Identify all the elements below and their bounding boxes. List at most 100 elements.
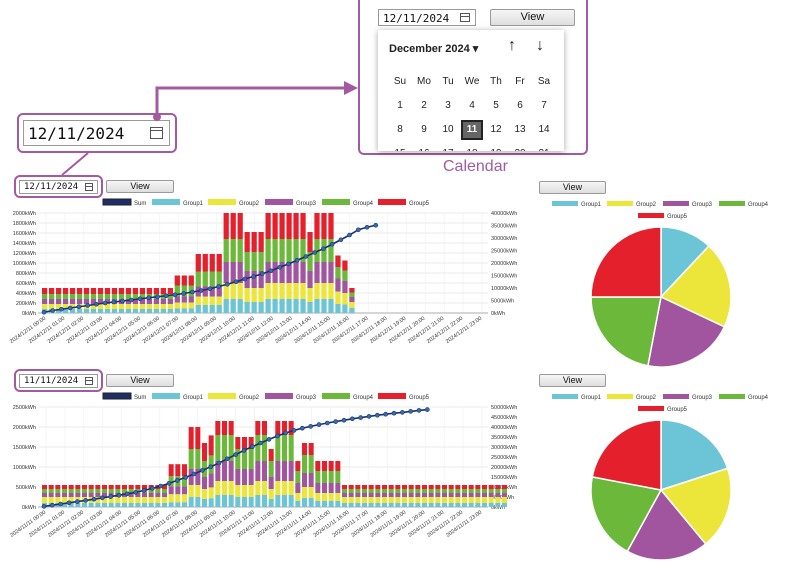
calendar-day[interactable]: 3 <box>437 96 459 116</box>
calendar-day[interactable]: 9 <box>413 120 435 140</box>
legend-label: Group2 <box>239 201 260 207</box>
calendar-day[interactable]: 14 <box>533 120 555 140</box>
y-right-tick-label: 10000kWh <box>491 286 517 292</box>
pie-legend-swatch <box>552 394 578 399</box>
sum-point <box>233 279 239 285</box>
bar-segment-group3 <box>62 493 67 497</box>
panel1-date-input[interactable]: 12/11/2024 <box>19 180 98 194</box>
bar-segment-group2 <box>162 497 167 503</box>
pie-legend-swatch <box>663 201 689 206</box>
panel1-view-button[interactable]: View <box>106 180 174 193</box>
bar-segment-group5 <box>153 288 159 294</box>
y-right-tick-label: 30000kWh <box>491 445 517 451</box>
pie-legend-label: Group4 <box>748 395 769 401</box>
bar-segment-group4 <box>428 489 434 493</box>
bar-segment-group4 <box>95 489 101 493</box>
bar-segment-group4 <box>88 489 94 493</box>
bar-segment-group2 <box>415 497 421 503</box>
panel2-pie-view-button[interactable]: View <box>539 374 606 387</box>
sum-point <box>133 490 138 495</box>
bar-segment-group4 <box>455 489 461 493</box>
bar-segment-group5 <box>362 485 367 489</box>
sum-point <box>250 444 255 449</box>
calendar-day[interactable]: 6 <box>509 96 531 116</box>
bar-segment-group2 <box>125 304 132 309</box>
legend-label: Group4 <box>353 201 374 207</box>
bar-segment-group1 <box>355 503 361 507</box>
bar-segment-group2 <box>215 481 221 495</box>
sum-point <box>208 464 213 470</box>
sum-point <box>120 298 125 304</box>
bar-segment-group5 <box>328 461 334 471</box>
bar-segment-group4 <box>244 252 250 271</box>
bar-segment-group5 <box>428 485 434 489</box>
bar-segment-group3 <box>48 299 55 304</box>
calendar-day[interactable]: 13 <box>509 120 531 140</box>
calendar-day[interactable]: 8 <box>389 120 411 140</box>
bar-segment-group1 <box>300 299 306 313</box>
bar-segment-group5 <box>69 288 76 294</box>
calendar-day[interactable]: 16 <box>413 144 435 151</box>
calendar-date-input[interactable]: 12/11/2024 <box>378 9 476 26</box>
bar-segment-group2 <box>181 302 187 309</box>
calendar-month-label[interactable]: December 2024 ▾ <box>389 42 478 55</box>
calendar-day[interactable]: 7 <box>533 96 555 116</box>
panel2-date-input[interactable]: 11/11/2024 <box>19 374 98 388</box>
bar-segment-group4 <box>408 489 414 493</box>
weekday-label: We <box>464 76 480 87</box>
calendar-icon[interactable] <box>85 183 93 191</box>
bar-segment-group2 <box>258 288 264 302</box>
calendar-day[interactable]: 20 <box>509 144 531 151</box>
bar-segment-group1 <box>160 309 166 313</box>
sum-point <box>172 292 178 298</box>
arrow-down-icon[interactable]: ↓ <box>536 37 544 55</box>
bar-segment-group1 <box>209 305 215 313</box>
arrow-up-icon[interactable]: ↑ <box>508 37 516 55</box>
calendar-day[interactable]: 5 <box>485 96 507 116</box>
legend-swatch <box>322 393 350 399</box>
calendar-icon[interactable] <box>85 377 93 385</box>
sum-point <box>108 494 113 499</box>
bar-segment-group4 <box>62 489 67 493</box>
bar-segment-group1 <box>282 495 287 507</box>
calendar-day[interactable]: 18 <box>461 144 483 151</box>
bar-segment-group5 <box>88 485 94 489</box>
sum-point <box>355 227 361 233</box>
bar-segment-group4 <box>55 489 61 493</box>
bar-segment-group4 <box>468 489 474 493</box>
panel2-view-button[interactable]: View <box>106 374 174 387</box>
calendar-day[interactable]: 4 <box>461 96 483 116</box>
bar-segment-group5 <box>328 213 334 239</box>
y-right-tick-label: 15000kWh <box>491 475 517 481</box>
bar-segment-group4 <box>475 489 481 493</box>
bar-segment-group4 <box>272 239 278 262</box>
calendar-view-button[interactable]: View <box>490 9 575 26</box>
panel1-pie-view-button[interactable]: View <box>539 181 606 194</box>
pie-legend-label: Group2 <box>636 202 657 208</box>
bar-segment-group4 <box>435 489 441 493</box>
bar-segment-group4 <box>155 489 161 493</box>
legend-swatch <box>378 393 406 399</box>
calendar-icon[interactable] <box>460 13 470 22</box>
calendar-day[interactable]: 15 <box>389 144 411 151</box>
sum-point <box>233 452 238 457</box>
calendar-day-selected[interactable]: 11 <box>461 120 483 140</box>
sum-point <box>383 411 388 417</box>
calendar-day[interactable]: 12 <box>485 120 507 140</box>
bar-segment-group3 <box>475 493 481 497</box>
calendar-day[interactable]: 2 <box>413 96 435 116</box>
legend-label: Group5 <box>409 395 430 401</box>
calendar-day[interactable]: 10 <box>437 120 459 140</box>
bar-segment-group3 <box>295 483 301 493</box>
bar-segment-group4 <box>111 294 118 299</box>
sum-point <box>325 420 330 426</box>
calendar-day[interactable]: 1 <box>389 96 411 116</box>
calendar-day[interactable]: 19 <box>485 144 507 151</box>
bar-segment-group2 <box>202 489 207 499</box>
calendar-day[interactable]: 17 <box>437 144 459 151</box>
bar-segment-group2 <box>362 497 367 503</box>
bar-segment-group1 <box>118 309 125 313</box>
bar-segment-group1 <box>148 503 154 507</box>
bar-segment-group5 <box>348 485 354 489</box>
calendar-day[interactable]: 21 <box>533 144 555 151</box>
